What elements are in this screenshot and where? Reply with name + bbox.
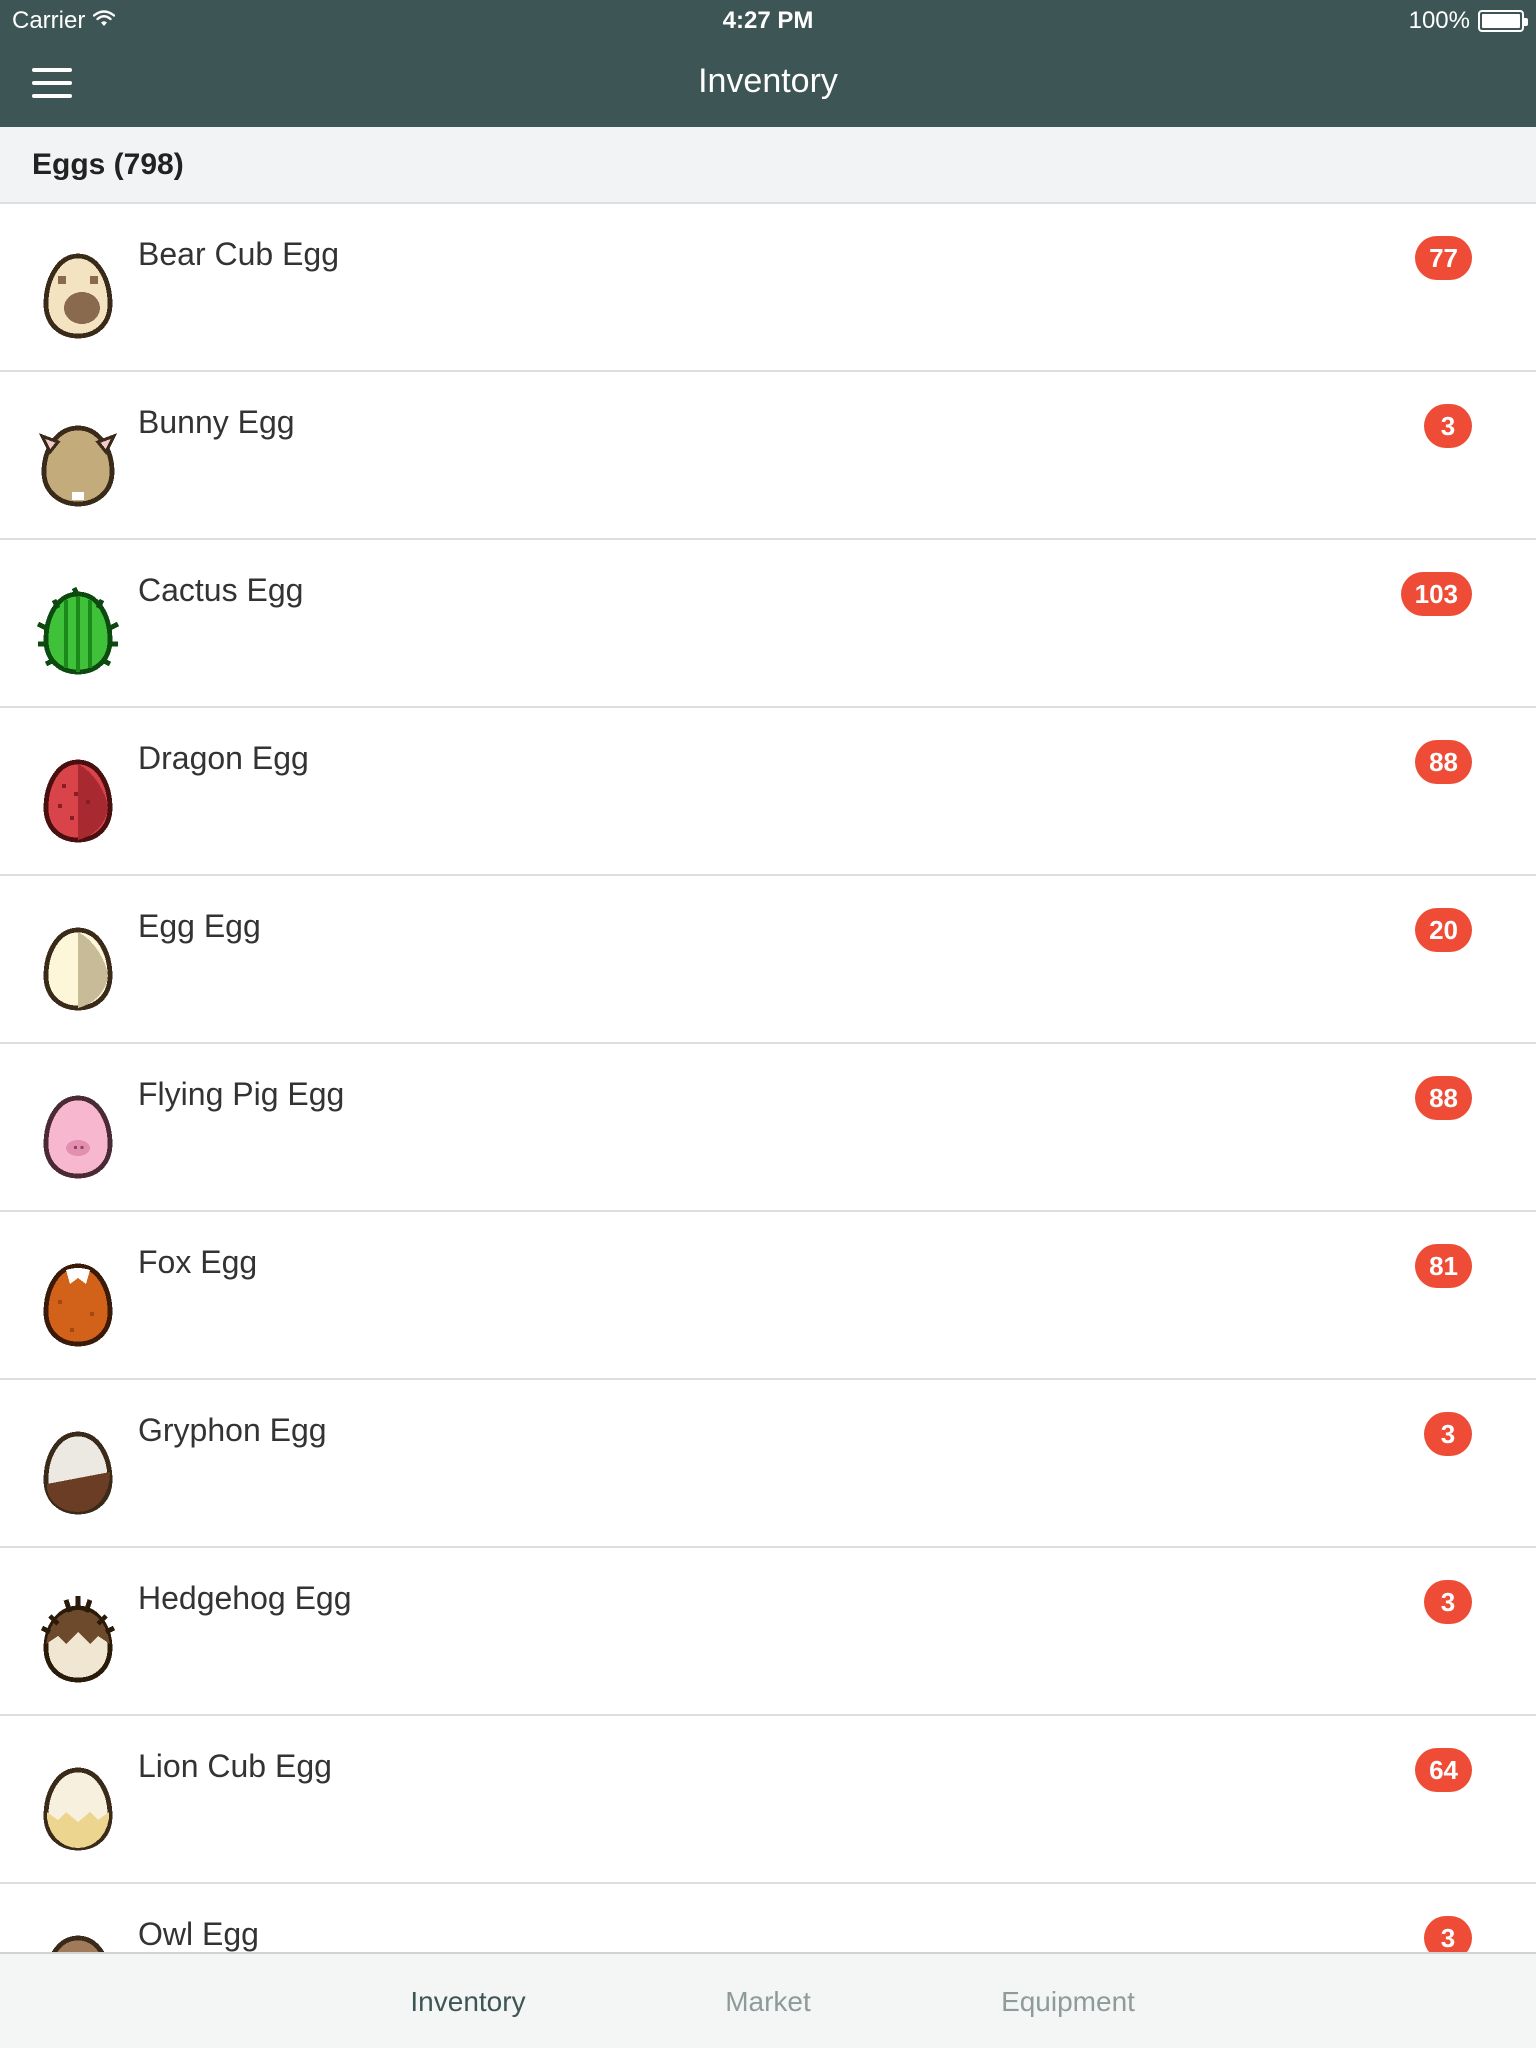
- inventory-list[interactable]: Bear Cub Egg 77 Bunny Egg 3 Cactus Egg 103 Dra…: [0, 204, 1536, 1952]
- tab-market[interactable]: Market: [668, 1954, 868, 2048]
- item-name: Lion Cub Egg: [138, 1748, 332, 1784]
- list-item[interactable]: Fox Egg 81: [0, 1212, 1536, 1380]
- egg-egg-icon: [30, 920, 126, 1016]
- cactus-egg-icon: [30, 584, 126, 680]
- item-name: Owl Egg: [138, 1916, 259, 1952]
- item-name: Bunny Egg: [138, 404, 295, 440]
- item-name: Fox Egg: [138, 1244, 258, 1280]
- flying-pig-egg-icon: [30, 1088, 126, 1184]
- list-item[interactable]: Egg Egg 20: [0, 876, 1536, 1044]
- tab-inventory[interactable]: Inventory: [368, 1954, 568, 2048]
- item-name: Flying Pig Egg: [138, 1076, 345, 1112]
- count-badge: 103: [1400, 572, 1472, 616]
- list-item[interactable]: Dragon Egg 88: [0, 708, 1536, 876]
- count-badge: 88: [1415, 1076, 1472, 1120]
- count-badge: 3: [1424, 1916, 1472, 1952]
- list-item[interactable]: Bunny Egg 3: [0, 372, 1536, 540]
- list-item[interactable]: Bear Cub Egg 77: [0, 204, 1536, 372]
- list-item[interactable]: Flying Pig Egg 88: [0, 1044, 1536, 1212]
- gryphon-egg-icon: [30, 1424, 126, 1520]
- item-name: Egg Egg: [138, 908, 261, 944]
- list-item[interactable]: Lion Cub Egg 64: [0, 1716, 1536, 1884]
- bunny-egg-icon: [30, 416, 126, 512]
- lion-cub-egg-icon: [30, 1760, 126, 1856]
- list-item[interactable]: Owl Egg 3: [0, 1884, 1536, 1952]
- fox-egg-icon: [30, 1256, 126, 1352]
- count-badge: 81: [1415, 1244, 1472, 1288]
- item-name: Gryphon Egg: [138, 1412, 327, 1448]
- battery-group: 100%: [1408, 7, 1528, 35]
- dragon-egg-icon: [30, 752, 126, 848]
- page-title: Inventory: [698, 62, 838, 100]
- owl-egg-icon: [30, 1928, 126, 1952]
- battery-icon: [1478, 10, 1528, 32]
- count-badge: 77: [1415, 236, 1472, 280]
- tab-equipment[interactable]: Equipment: [968, 1954, 1168, 2048]
- section-title: Eggs (798): [32, 147, 184, 181]
- count-badge: 88: [1415, 740, 1472, 784]
- app-root: Carrier 4:27 PM 100% Inventory Eggs (798…: [0, 0, 1536, 2048]
- tab-bar: Inventory Market Equipment: [0, 1952, 1536, 2048]
- count-badge: 3: [1424, 404, 1472, 448]
- item-name: Hedgehog Egg: [138, 1580, 352, 1616]
- hedgehog-egg-icon: [30, 1592, 126, 1688]
- bear-cub-egg-icon: [30, 248, 126, 344]
- item-name: Bear Cub Egg: [138, 236, 340, 272]
- list-item[interactable]: Gryphon Egg 3: [0, 1380, 1536, 1548]
- section-header: Eggs (798): [0, 127, 1536, 204]
- battery-percent: 100%: [1408, 7, 1470, 34]
- count-badge: 3: [1424, 1580, 1472, 1624]
- clock: 4:27 PM: [722, 7, 814, 34]
- item-name: Dragon Egg: [138, 740, 309, 776]
- count-badge: 64: [1415, 1748, 1472, 1792]
- count-badge: 20: [1415, 908, 1472, 952]
- list-item[interactable]: Cactus Egg 103: [0, 540, 1536, 708]
- status-bar: Carrier 4:27 PM 100%: [0, 0, 1536, 40]
- top-bar: Carrier 4:27 PM 100% Inventory: [0, 0, 1536, 127]
- count-badge: 3: [1424, 1412, 1472, 1456]
- item-name: Cactus Egg: [138, 572, 304, 608]
- list-item[interactable]: Hedgehog Egg 3: [0, 1548, 1536, 1716]
